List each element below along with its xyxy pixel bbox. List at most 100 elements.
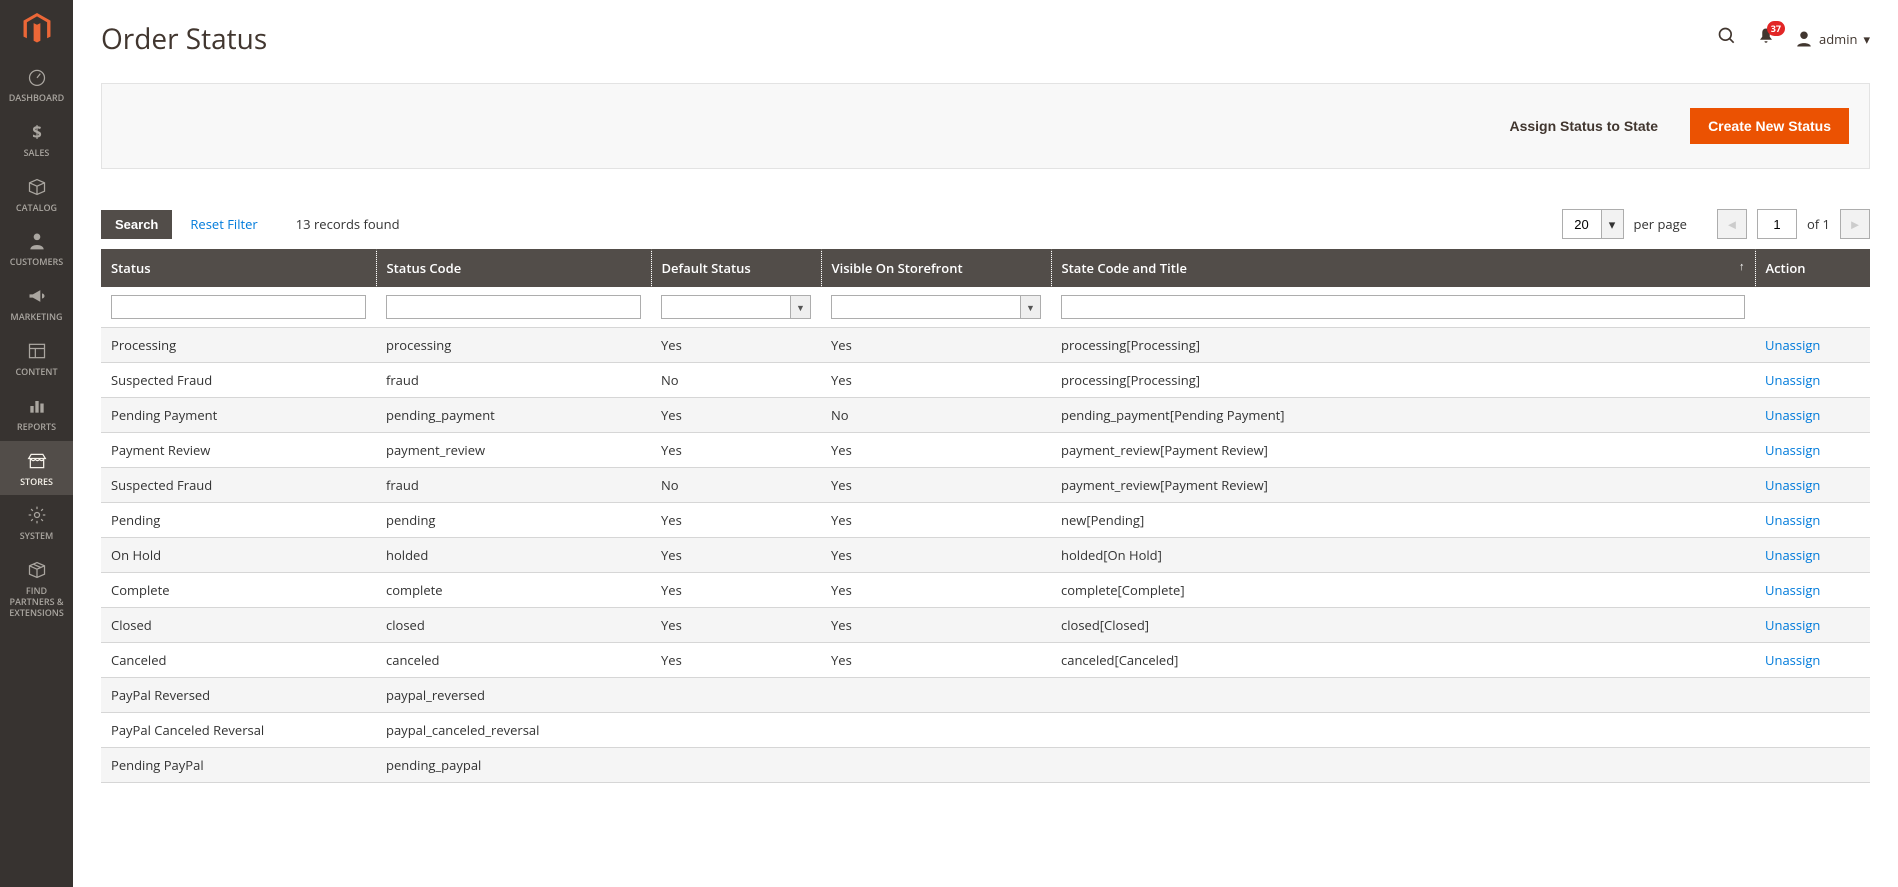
col-header-code[interactable]: Status Code — [376, 249, 651, 287]
cell-code: canceled — [376, 643, 651, 678]
dropdown-toggle-icon[interactable]: ▼ — [791, 295, 811, 319]
filter-visible-select[interactable] — [831, 295, 1021, 319]
sidebar-item-reports[interactable]: REPORTS — [0, 386, 73, 441]
table-row[interactable]: ClosedclosedYesYesclosed[Closed]Unassign — [101, 608, 1870, 643]
grid-controls: Search Reset Filter 13 records found ▾ p… — [101, 209, 1870, 239]
cell-default — [651, 748, 821, 783]
user-name: admin — [1819, 30, 1857, 48]
assign-status-button[interactable]: Assign Status to State — [1491, 108, 1676, 144]
pager-current-input[interactable] — [1757, 209, 1797, 239]
cell-state — [1051, 713, 1755, 748]
cell-action — [1755, 713, 1870, 748]
cell-default: No — [651, 468, 821, 503]
cell-status: Complete — [101, 573, 376, 608]
sidebar-item-dashboard[interactable]: DASHBOARD — [0, 57, 73, 112]
filter-code-input[interactable] — [386, 295, 641, 319]
cell-action: Unassign — [1755, 468, 1870, 503]
unassign-link[interactable]: Unassign — [1765, 371, 1820, 389]
sidebar-item-label: CATALOG — [16, 203, 57, 214]
cell-visible: Yes — [821, 328, 1051, 363]
per-page-label: per page — [1634, 215, 1687, 233]
unassign-link[interactable]: Unassign — [1765, 616, 1820, 634]
unassign-link[interactable]: Unassign — [1765, 336, 1820, 354]
table-row[interactable]: PendingpendingYesYesnew[Pending]Unassign — [101, 503, 1870, 538]
table-row[interactable]: CanceledcanceledYesYescanceled[Canceled]… — [101, 643, 1870, 678]
cell-code: fraud — [376, 468, 651, 503]
pager-next-button[interactable]: ► — [1840, 209, 1870, 239]
table-row[interactable]: Suspected FraudfraudNoYesprocessing[Proc… — [101, 363, 1870, 398]
sidebar-item-label: DASHBOARD — [9, 93, 65, 104]
sidebar-item-label: SALES — [24, 148, 50, 159]
sidebar-item-catalog[interactable]: CATALOG — [0, 167, 73, 222]
sidebar-item-label: SYSTEM — [20, 531, 54, 542]
user-menu[interactable]: admin ▾ — [1795, 30, 1870, 48]
sidebar-item-label: MARKETING — [10, 312, 62, 323]
table-row[interactable]: Pending PayPalpending_paypal — [101, 748, 1870, 783]
unassign-link[interactable]: Unassign — [1765, 476, 1820, 494]
magento-logo[interactable] — [0, 0, 73, 57]
filter-status-input[interactable] — [111, 295, 366, 319]
sidebar-item-label: FIND PARTNERS & EXTENSIONS — [4, 586, 69, 618]
cell-default: Yes — [651, 608, 821, 643]
cell-status: Pending PayPal — [101, 748, 376, 783]
page-title: Order Status — [101, 20, 1717, 58]
cell-state: payment_review[Payment Review] — [1051, 468, 1755, 503]
cell-state: complete[Complete] — [1051, 573, 1755, 608]
search-icon[interactable] — [1717, 26, 1737, 52]
filter-default-select[interactable] — [661, 295, 791, 319]
unassign-link[interactable]: Unassign — [1765, 581, 1820, 599]
table-row[interactable]: PayPal Canceled Reversalpaypal_canceled_… — [101, 713, 1870, 748]
col-header-visible[interactable]: Visible On Storefront — [821, 249, 1051, 287]
per-page-dropdown-toggle[interactable]: ▾ — [1602, 209, 1624, 239]
dropdown-toggle-icon[interactable]: ▼ — [1021, 295, 1041, 319]
cell-code: paypal_canceled_reversal — [376, 713, 651, 748]
cell-action: Unassign — [1755, 643, 1870, 678]
table-row[interactable]: CompletecompleteYesYescomplete[Complete]… — [101, 573, 1870, 608]
cell-default: Yes — [651, 503, 821, 538]
col-header-status[interactable]: Status — [101, 249, 376, 287]
cell-action: Unassign — [1755, 573, 1870, 608]
cell-visible — [821, 748, 1051, 783]
table-row[interactable]: PayPal Reversedpaypal_reversed — [101, 678, 1870, 713]
col-header-state[interactable]: State Code and Title↑ — [1051, 249, 1755, 287]
cell-code: holded — [376, 538, 651, 573]
filter-state-input[interactable] — [1061, 295, 1745, 319]
sidebar-item-customers[interactable]: CUSTOMERS — [0, 221, 73, 276]
search-button[interactable]: Search — [101, 210, 172, 239]
col-header-default[interactable]: Default Status — [651, 249, 821, 287]
unassign-link[interactable]: Unassign — [1765, 511, 1820, 529]
unassign-link[interactable]: Unassign — [1765, 406, 1820, 424]
cell-visible: No — [821, 398, 1051, 433]
cell-visible: Yes — [821, 573, 1051, 608]
table-row[interactable]: Payment Reviewpayment_reviewYesYespaymen… — [101, 433, 1870, 468]
cell-status: PayPal Canceled Reversal — [101, 713, 376, 748]
cell-status: Closed — [101, 608, 376, 643]
sidebar-item-sales[interactable]: $SALES — [0, 112, 73, 167]
cell-action: Unassign — [1755, 503, 1870, 538]
cell-visible — [821, 678, 1051, 713]
per-page-input[interactable] — [1562, 209, 1602, 239]
sidebar-item-system[interactable]: SYSTEM — [0, 495, 73, 550]
per-page-control: ▾ per page — [1562, 209, 1717, 239]
gear-icon — [27, 505, 47, 527]
sidebar-item-stores[interactable]: STORES — [0, 441, 73, 496]
table-row[interactable]: On HoldholdedYesYesholded[On Hold]Unassi… — [101, 538, 1870, 573]
cell-state: pending_payment[Pending Payment] — [1051, 398, 1755, 433]
cell-state: closed[Closed] — [1051, 608, 1755, 643]
unassign-link[interactable]: Unassign — [1765, 546, 1820, 564]
unassign-link[interactable]: Unassign — [1765, 441, 1820, 459]
create-status-button[interactable]: Create New Status — [1690, 108, 1849, 144]
sidebar-item-find-partners-extensions[interactable]: FIND PARTNERS & EXTENSIONS — [0, 550, 73, 626]
table-row[interactable]: Pending Paymentpending_paymentYesNopendi… — [101, 398, 1870, 433]
cell-state: processing[Processing] — [1051, 363, 1755, 398]
notifications-icon[interactable]: 37 — [1757, 27, 1775, 51]
pager-prev-button[interactable]: ◄ — [1717, 209, 1747, 239]
table-row[interactable]: Suspected FraudfraudNoYespayment_review[… — [101, 468, 1870, 503]
reset-filter-link[interactable]: Reset Filter — [190, 215, 257, 233]
cell-state — [1051, 748, 1755, 783]
table-row[interactable]: ProcessingprocessingYesYesprocessing[Pro… — [101, 328, 1870, 363]
sidebar-item-content[interactable]: CONTENT — [0, 331, 73, 386]
unassign-link[interactable]: Unassign — [1765, 651, 1820, 669]
sidebar-item-marketing[interactable]: MARKETING — [0, 276, 73, 331]
cell-action: Unassign — [1755, 363, 1870, 398]
